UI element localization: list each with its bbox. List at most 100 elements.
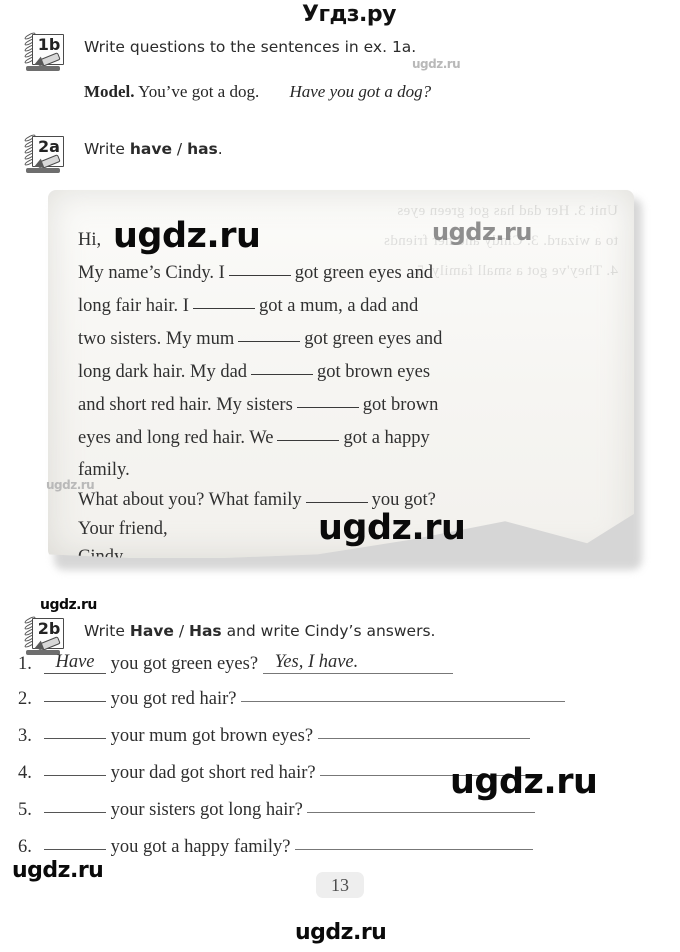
site-brand: Угдз.ру — [302, 2, 396, 27]
note-line-1: My name’s Cindy. I got green eyes and — [78, 257, 614, 290]
question-number: 3. — [18, 726, 32, 746]
note-blank-7[interactable] — [305, 502, 368, 503]
note-signoff-text: Your friend, — [78, 519, 168, 539]
model-label: Model. — [84, 82, 135, 101]
notepad-spiral-binding — [52, 176, 628, 210]
note-line-4-pre: long dark hair. My dad — [78, 362, 248, 382]
spiral-ring — [371, 176, 388, 205]
note-line-2: long fair hair. I got a mum, a dad and — [78, 290, 614, 323]
instruction-post: . — [217, 140, 223, 158]
watermark: ugdz.ru — [46, 478, 95, 492]
page-number: 13 — [316, 872, 364, 898]
note-line-6: eyes and long red hair. We got a happy — [78, 422, 614, 455]
spiral-ring — [168, 176, 185, 205]
note-question-pre: What about you? What family — [78, 490, 302, 510]
note-blank-3[interactable] — [238, 341, 301, 342]
note-line-5-pre: and short red hair. My sisters — [78, 395, 293, 415]
note-line-3-pre: two sisters. My mum — [78, 329, 235, 349]
spiral-ring — [226, 176, 243, 205]
spiral-ring — [516, 176, 533, 205]
instruction-pre: Write — [84, 622, 130, 640]
question-blank[interactable] — [44, 849, 106, 850]
note-line-4: long dark hair. My dad got brown eyes — [78, 356, 614, 389]
watermark: ugdz.ru — [450, 762, 598, 802]
note-line-1-pre: My name’s Cindy. I — [78, 263, 225, 283]
instruction-keyword-has: Has — [189, 622, 222, 640]
instruction-separator: / — [171, 140, 188, 158]
spiral-ring — [400, 176, 417, 205]
spiral-ring — [255, 176, 272, 205]
spiral-ring — [458, 176, 475, 205]
question-number: 1. — [18, 654, 32, 674]
question-blank[interactable] — [44, 812, 106, 813]
question-text: you got a happy family? — [110, 837, 291, 857]
spiral-ring — [342, 176, 359, 205]
notepad-base-icon — [26, 168, 60, 173]
watermark: ugdz.ru — [432, 218, 532, 246]
note-line-7: family. — [78, 455, 614, 485]
note-blank-6[interactable] — [277, 440, 340, 441]
question-blank[interactable]: Have — [44, 652, 106, 674]
note-line-1-post: got green eyes and — [294, 263, 433, 283]
spiral-ring — [81, 176, 98, 205]
question-blank[interactable] — [44, 738, 106, 739]
question-row: 2. you got red hair? — [18, 689, 668, 726]
question-blank[interactable] — [44, 775, 106, 776]
instruction-post: and write Cindy’s answers. — [221, 622, 436, 640]
exercise-badge-icon-1b: 1b — [22, 31, 66, 72]
note-blank-5[interactable] — [296, 407, 359, 408]
spiral-ring — [429, 176, 446, 205]
spiral-ring — [603, 176, 620, 205]
note-line-3-post: got green eyes and — [304, 329, 443, 349]
note-line-6-post: got a happy — [343, 428, 430, 448]
answer-field[interactable] — [295, 849, 534, 850]
model-answer: Have you got a dog? — [289, 82, 432, 101]
note-line-2-post: got a mum, a dad and — [258, 296, 419, 316]
question-row: 5. your sisters got long hair? — [18, 800, 668, 837]
watermark: ugdz.ru — [412, 57, 461, 71]
note-line-2-pre: long fair hair. I — [78, 296, 189, 316]
question-text: you got red hair? — [110, 689, 237, 709]
answer-field[interactable] — [307, 812, 536, 813]
question-text: you got green eyes? — [110, 654, 259, 674]
question-blank[interactable] — [44, 701, 106, 702]
question-number: 6. — [18, 837, 32, 857]
note-line-4-post: got brown eyes — [317, 362, 431, 382]
exercise-badge-icon-2a: 2a — [22, 133, 66, 174]
question-number: 5. — [18, 800, 32, 820]
model-line: Model. You’ve got a dog. Have you got a … — [84, 82, 431, 102]
watermark: ugdz.ru — [113, 216, 261, 256]
watermark: ugdz.ru — [40, 597, 97, 613]
note-line-3: two sisters. My mum got green eyes and — [78, 323, 614, 356]
note-question-post: you got? — [371, 490, 436, 510]
watermark: ugdz.ru — [12, 858, 104, 883]
exercise-badge-icon-2b: 2b — [22, 615, 66, 656]
note-blank-2[interactable] — [192, 308, 255, 309]
note-blank-1[interactable] — [228, 275, 291, 276]
answer-field[interactable]: Yes, I have. — [262, 652, 453, 674]
exercise-instruction-2b: Write Have / Has and write Cindy’s answe… — [84, 622, 435, 640]
instruction-keyword-has: has — [187, 140, 218, 158]
question-text: your mum got brown eyes? — [110, 726, 314, 746]
question-row: 6. you got a happy family? — [18, 837, 668, 874]
notepad-base-icon — [26, 66, 60, 71]
instruction-keyword-have: Have — [129, 622, 174, 640]
instruction-pre: Write — [84, 140, 130, 158]
note-line-5: and short red hair. My sisters got brown — [78, 389, 614, 422]
watermark: ugdz.ru — [318, 508, 466, 548]
spiral-ring — [284, 176, 301, 205]
question-row: 1. Have you got green eyes? Yes, I have. — [18, 652, 668, 689]
spiral-ring — [574, 176, 591, 205]
note-blank-4[interactable] — [251, 374, 314, 375]
spiral-ring — [110, 176, 127, 205]
answer-field[interactable] — [317, 738, 530, 739]
question-text: your sisters got long hair? — [110, 800, 303, 820]
spiral-ring — [487, 176, 504, 205]
question-row: 3. your mum got brown eyes? — [18, 726, 668, 763]
answer-field[interactable] — [241, 701, 566, 702]
spiral-ring — [52, 176, 69, 205]
question-number: 2. — [18, 689, 32, 709]
note-line-5-post: got brown — [362, 395, 439, 415]
question-text: your dad got short red hair? — [110, 763, 316, 783]
model-sentence: You’ve got a dog. — [138, 82, 260, 101]
